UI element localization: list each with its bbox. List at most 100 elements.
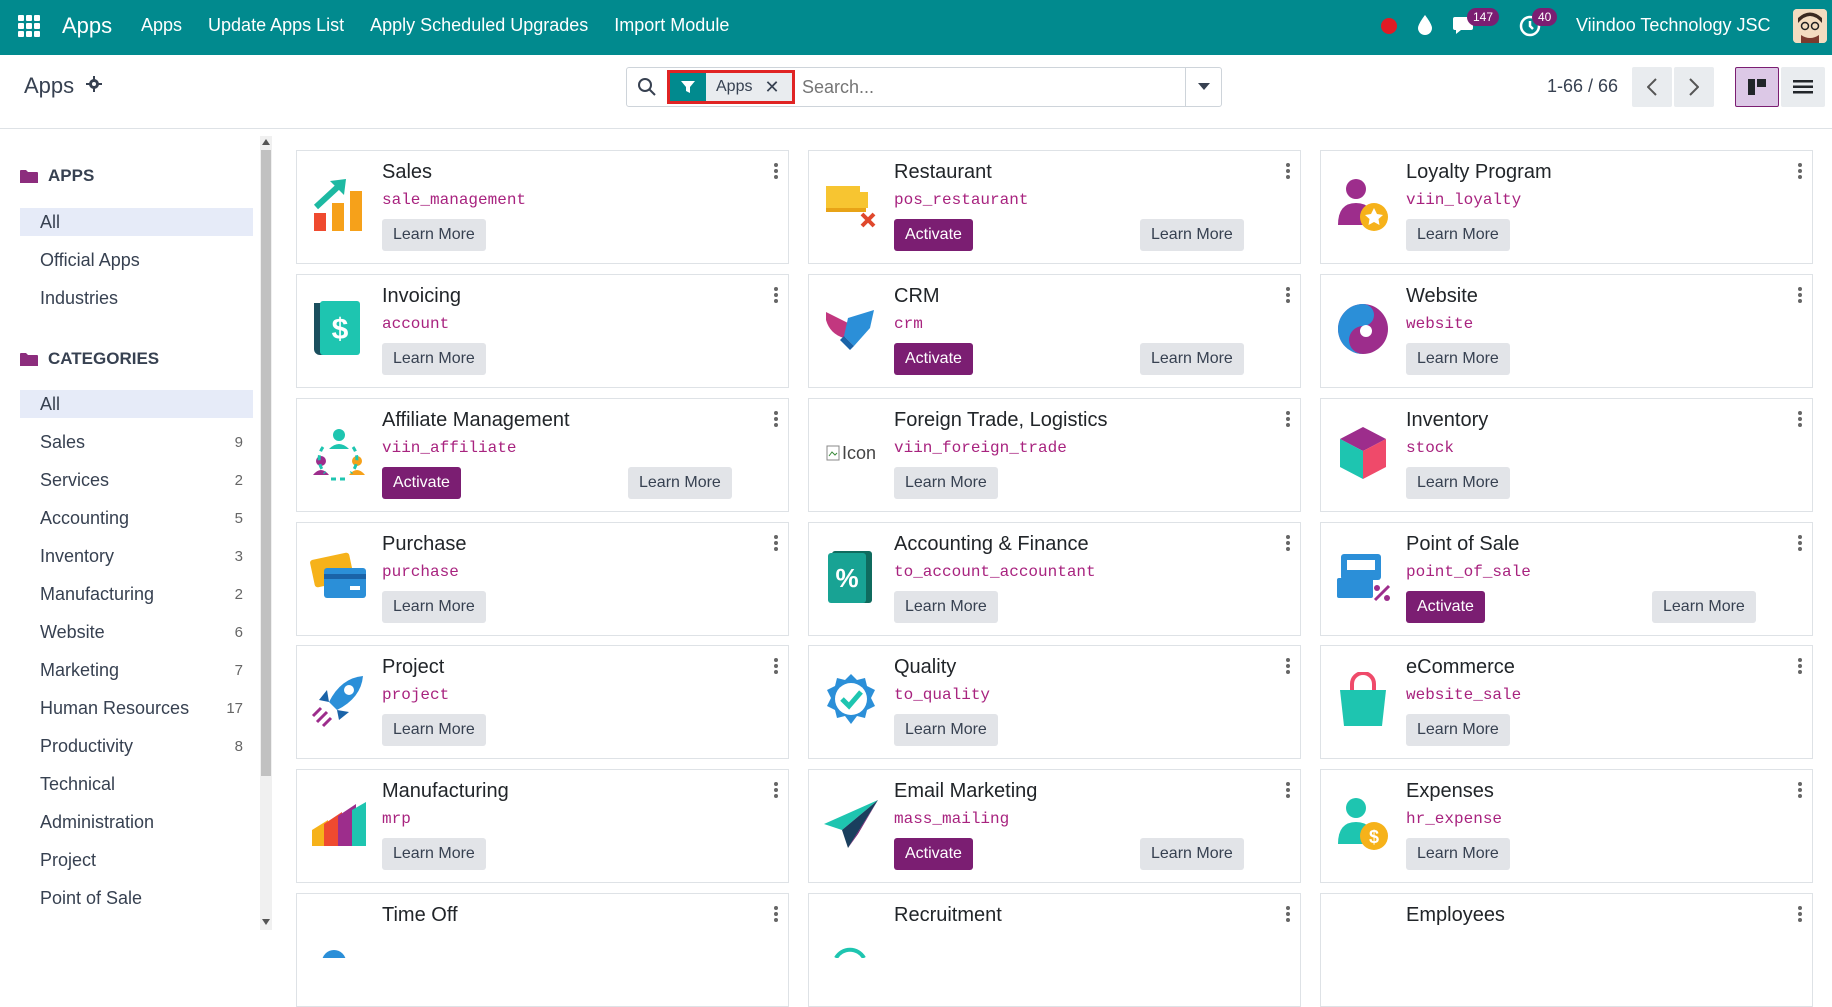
kebab-menu-icon[interactable] [774, 411, 778, 427]
scroll-down-icon[interactable] [262, 919, 270, 925]
sidebar-item-industries[interactable]: Industries [20, 284, 253, 312]
brand-title[interactable]: Apps [62, 13, 112, 39]
learn-more-button[interactable]: Learn More [1652, 591, 1756, 623]
sidebar-item-official-apps[interactable]: Official Apps [20, 246, 253, 274]
sidebar-item-category[interactable]: Technical [20, 770, 253, 798]
app-card[interactable]: Loyalty Program viin_loyalty Learn More [1320, 150, 1813, 264]
kebab-menu-icon[interactable] [774, 658, 778, 674]
app-card[interactable]: Manufacturing mrp Learn More [296, 769, 789, 883]
app-card[interactable]: Employees [1320, 893, 1813, 1007]
kebab-menu-icon[interactable] [774, 163, 778, 179]
kebab-menu-icon[interactable] [1798, 535, 1802, 551]
learn-more-button[interactable]: Learn More [1406, 714, 1510, 746]
app-card[interactable]: Quality to_quality Learn More [808, 645, 1301, 759]
user-avatar[interactable] [1793, 9, 1827, 43]
app-card[interactable]: $ Expenses hr_expense Learn More [1320, 769, 1813, 883]
app-card[interactable]: Sales sale_management Learn More [296, 150, 789, 264]
app-card[interactable]: Purchase purchase Learn More [296, 522, 789, 636]
kanban-view-button[interactable] [1735, 67, 1779, 107]
sidebar-item-category[interactable]: Productivity 8 [20, 732, 253, 760]
remove-facet-icon[interactable]: ✕ [764, 77, 779, 98]
app-card[interactable]: % Accounting & Finance to_account_accounta… [808, 522, 1301, 636]
search-facet[interactable]: Apps ✕ [667, 70, 795, 104]
kebab-menu-icon[interactable] [1798, 782, 1802, 798]
learn-more-button[interactable]: Learn More [894, 591, 998, 623]
sidebar-item-category[interactable]: Marketing 7 [20, 656, 253, 684]
company-switcher[interactable]: Viindoo Technology JSC [1576, 15, 1770, 36]
learn-more-button[interactable]: Learn More [1140, 838, 1244, 870]
sidebar-item-category[interactable]: Sales 9 [20, 428, 253, 456]
menu-update-apps-list[interactable]: Update Apps List [208, 15, 344, 36]
app-card[interactable]: Time Off [296, 893, 789, 1007]
sidebar-item-category[interactable]: Administration [20, 808, 253, 836]
search-input[interactable] [802, 76, 1182, 98]
scrollbar-thumb[interactable] [261, 150, 271, 776]
learn-more-button[interactable]: Learn More [382, 343, 486, 375]
sidebar-item-category[interactable]: All [20, 390, 253, 418]
sidebar-item-all-apps[interactable]: All [20, 208, 253, 236]
activate-button[interactable]: Activate [1406, 591, 1485, 623]
kebab-menu-icon[interactable] [1286, 658, 1290, 674]
kebab-menu-icon[interactable] [1798, 287, 1802, 303]
app-card[interactable]: CRM crm Activate Learn More [808, 274, 1301, 388]
kebab-menu-icon[interactable] [774, 906, 778, 922]
app-card[interactable]: Inventory stock Learn More [1320, 398, 1813, 512]
kebab-menu-icon[interactable] [1286, 535, 1290, 551]
list-view-button[interactable] [1781, 67, 1825, 107]
learn-more-button[interactable]: Learn More [894, 467, 998, 499]
app-menu-icon[interactable] [18, 15, 40, 37]
learn-more-button[interactable]: Learn More [1406, 219, 1510, 251]
learn-more-button[interactable]: Learn More [628, 467, 732, 499]
menu-apps[interactable]: Apps [141, 15, 182, 36]
sidebar-item-category[interactable]: Project [20, 846, 253, 874]
activate-button[interactable]: Activate [894, 219, 973, 251]
kebab-menu-icon[interactable] [1798, 163, 1802, 179]
app-card[interactable]: Point of Sale point_of_sale Activate Learn … [1320, 522, 1813, 636]
learn-more-button[interactable]: Learn More [1406, 343, 1510, 375]
sidebar-item-category[interactable]: Inventory 3 [20, 542, 253, 570]
scroll-up-icon[interactable] [262, 139, 270, 145]
kebab-menu-icon[interactable] [1286, 163, 1290, 179]
sidebar-item-category[interactable]: Services 2 [20, 466, 253, 494]
pager-previous-button[interactable] [1632, 67, 1672, 107]
menu-apply-scheduled-upgrades[interactable]: Apply Scheduled Upgrades [370, 15, 588, 36]
record-status-icon[interactable] [1381, 18, 1397, 34]
sidebar-item-category[interactable]: Manufacturing 2 [20, 580, 253, 608]
app-card[interactable]: Project project Learn More [296, 645, 789, 759]
app-card[interactable]: eCommerce website_sale Learn More [1320, 645, 1813, 759]
sidebar-scrollbar[interactable] [260, 136, 272, 930]
activate-button[interactable]: Activate [894, 838, 973, 870]
learn-more-button[interactable]: Learn More [1140, 219, 1244, 251]
app-card[interactable]: Restaurant pos_restaurant Activate Learn Mo… [808, 150, 1301, 264]
app-card[interactable]: Recruitment [808, 893, 1301, 1007]
search-options-toggle[interactable] [1185, 68, 1221, 106]
app-card[interactable]: Icon Foreign Trade, Logistics viin_foreign… [808, 398, 1301, 512]
kebab-menu-icon[interactable] [774, 287, 778, 303]
pager-value[interactable]: 1-66 / 66 [1547, 76, 1618, 97]
learn-more-button[interactable]: Learn More [382, 714, 486, 746]
menu-import-module[interactable]: Import Module [614, 15, 729, 36]
activate-button[interactable]: Activate [382, 467, 461, 499]
pager-next-button[interactable] [1674, 67, 1714, 107]
kebab-menu-icon[interactable] [1286, 906, 1290, 922]
learn-more-button[interactable]: Learn More [382, 838, 486, 870]
kebab-menu-icon[interactable] [1286, 782, 1290, 798]
gear-icon[interactable] [86, 76, 102, 92]
app-card[interactable]: Email Marketing mass_mailing Activate Learn… [808, 769, 1301, 883]
kebab-menu-icon[interactable] [1798, 906, 1802, 922]
learn-more-button[interactable]: Learn More [894, 714, 998, 746]
water-drop-icon[interactable] [1417, 14, 1433, 36]
app-card[interactable]: Affiliate Management viin_affiliate Activa… [296, 398, 789, 512]
sidebar-item-category[interactable]: Point of Sale [20, 884, 253, 912]
learn-more-button[interactable]: Learn More [382, 591, 486, 623]
kebab-menu-icon[interactable] [1798, 658, 1802, 674]
app-card[interactable]: Website website Learn More [1320, 274, 1813, 388]
kebab-menu-icon[interactable] [774, 782, 778, 798]
sidebar-item-category[interactable]: Website 6 [20, 618, 253, 646]
activate-button[interactable]: Activate [894, 343, 973, 375]
search-icon[interactable] [637, 77, 657, 97]
learn-more-button[interactable]: Learn More [1140, 343, 1244, 375]
kebab-menu-icon[interactable] [1286, 287, 1290, 303]
learn-more-button[interactable]: Learn More [382, 219, 486, 251]
kebab-menu-icon[interactable] [1798, 411, 1802, 427]
